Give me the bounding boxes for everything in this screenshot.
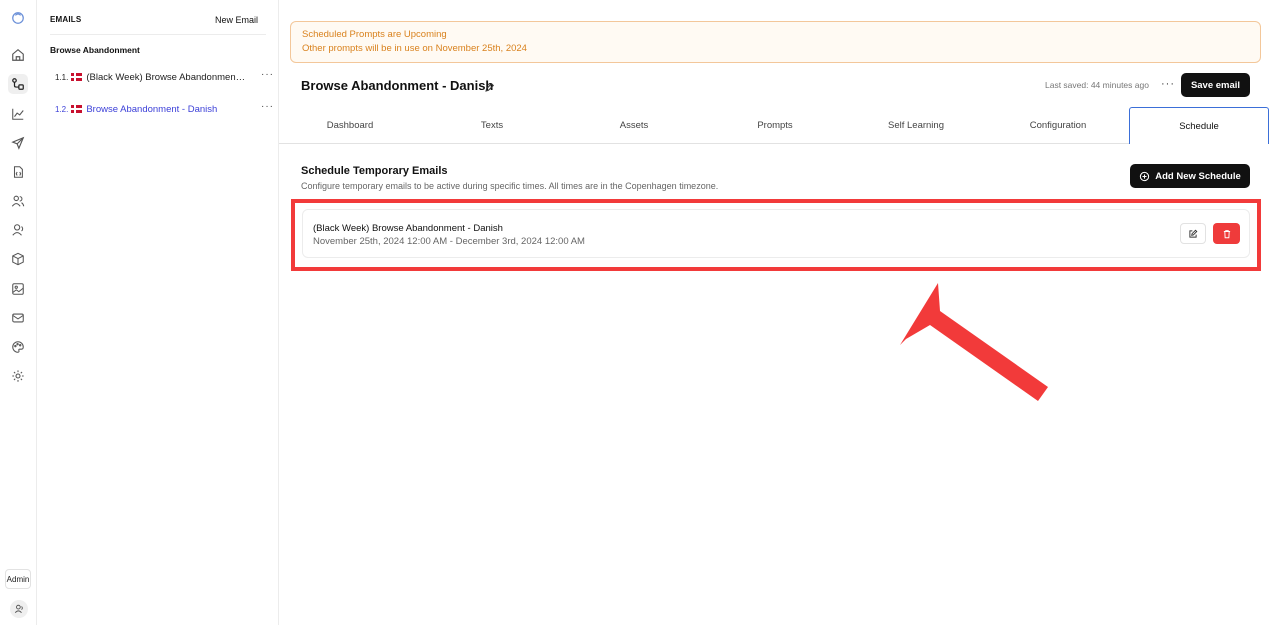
- send-icon[interactable]: [8, 133, 28, 153]
- tab-prompts[interactable]: Prompts: [705, 107, 845, 143]
- banner-title: Scheduled Prompts are Upcoming: [302, 29, 447, 40]
- edit-title-icon[interactable]: [484, 80, 495, 92]
- annotation-highlight-box: [291, 199, 1261, 271]
- tab-assets[interactable]: Assets: [563, 107, 705, 143]
- banner-text: Other prompts will be in use on November…: [302, 43, 527, 54]
- home-icon[interactable]: [8, 45, 28, 65]
- plus-circle-icon: [1140, 171, 1150, 181]
- page-title: Browse Abandonment - Danish: [301, 78, 494, 93]
- email-item-number: 1.1.: [55, 72, 69, 82]
- user-icon[interactable]: [8, 220, 28, 240]
- add-new-schedule-button[interactable]: Add New Schedule: [1130, 164, 1250, 188]
- tab-dashboard[interactable]: Dashboard: [279, 107, 421, 143]
- email-list-sidebar: EMAILS New Email Browse Abandonment 1.1.…: [37, 0, 279, 625]
- scheduled-prompts-banner: Scheduled Prompts are Upcoming Other pro…: [290, 21, 1261, 63]
- mail-icon[interactable]: [8, 308, 28, 328]
- new-email-button[interactable]: New Email: [215, 15, 258, 25]
- tab-self-learning[interactable]: Self Learning: [845, 107, 987, 143]
- email-item-more-button[interactable]: ···: [261, 69, 274, 80]
- file-code-icon[interactable]: [8, 162, 28, 182]
- icon-rail: Admin: [0, 0, 37, 625]
- schedule-section-description: Configure temporary emails to be active …: [301, 181, 719, 191]
- palette-icon[interactable]: [8, 337, 28, 357]
- email-list-header: EMAILS New Email: [50, 13, 266, 35]
- email-item-more-button[interactable]: ···: [261, 101, 274, 112]
- annotation-arrow: [900, 283, 1048, 401]
- schedule-section-title: Schedule Temporary Emails: [301, 165, 448, 177]
- save-email-button[interactable]: Save email: [1181, 73, 1250, 97]
- flows-icon[interactable]: [8, 74, 28, 94]
- email-item-label: (Black Week) Browse Abandonment - Danish: [86, 71, 246, 83]
- email-list-item-selected[interactable]: 1.2. Browse Abandonment - Danish ···: [55, 101, 273, 117]
- email-item-number: 1.2.: [55, 104, 69, 114]
- user-avatar-icon[interactable]: [10, 600, 28, 618]
- add-new-schedule-label: Add New Schedule: [1155, 170, 1241, 182]
- email-list-item[interactable]: 1.1. (Black Week) Browse Abandonment - D…: [55, 69, 273, 85]
- admin-badge[interactable]: Admin: [5, 569, 31, 589]
- tab-schedule[interactable]: Schedule: [1129, 107, 1269, 144]
- emails-heading: EMAILS: [50, 15, 82, 24]
- email-item-label: Browse Abandonment - Danish: [86, 103, 218, 115]
- danish-flag-icon: [71, 105, 83, 113]
- last-saved-text: Last saved: 44 minutes ago: [1045, 80, 1149, 90]
- tab-bar: Dashboard Texts Assets Prompts Self Lear…: [279, 107, 1269, 144]
- settings-icon[interactable]: [8, 366, 28, 386]
- danish-flag-icon: [71, 73, 83, 81]
- users-icon[interactable]: [8, 191, 28, 211]
- tab-configuration[interactable]: Configuration: [987, 107, 1129, 143]
- analytics-icon[interactable]: [8, 104, 28, 124]
- logo-icon[interactable]: [8, 8, 28, 28]
- image-icon[interactable]: [8, 279, 28, 299]
- tab-texts[interactable]: Texts: [421, 107, 563, 143]
- email-group-label: Browse Abandonment: [50, 45, 140, 55]
- box-icon[interactable]: [8, 249, 28, 269]
- more-options-button[interactable]: ···: [1161, 78, 1175, 90]
